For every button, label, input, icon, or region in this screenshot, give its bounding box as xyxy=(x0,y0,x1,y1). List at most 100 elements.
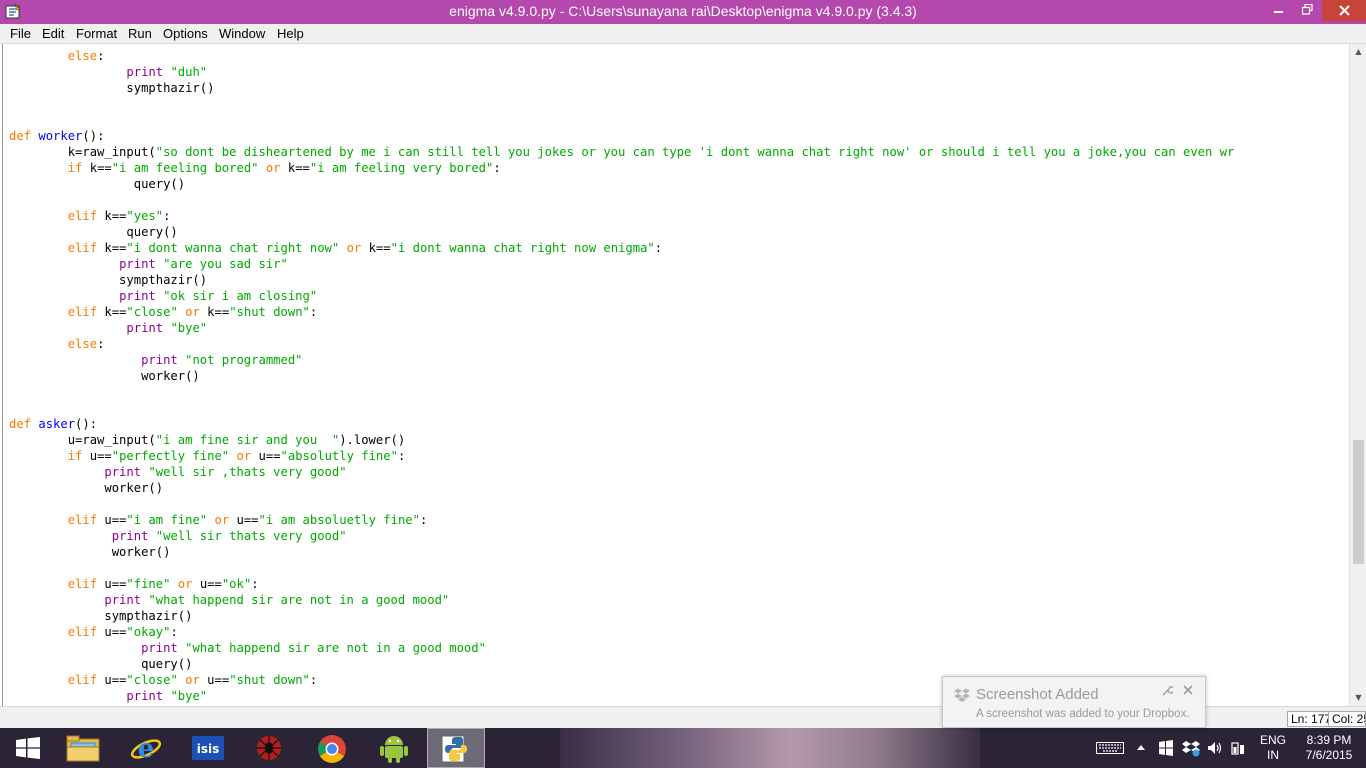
code-line[interactable]: worker() xyxy=(9,480,1349,496)
code-line[interactable]: query() xyxy=(9,656,1349,672)
code-builtin: print xyxy=(119,289,156,303)
code-text: : xyxy=(97,337,105,351)
scrollbar-thumb[interactable] xyxy=(1353,440,1364,564)
network-icon[interactable] xyxy=(1230,740,1246,756)
desktop-wallpaper-strip xyxy=(560,728,980,768)
code-line[interactable]: worker() xyxy=(9,544,1349,560)
menu-file[interactable]: File xyxy=(6,25,35,42)
code-string: "close" xyxy=(126,305,178,319)
taskbar-internet-explorer[interactable]: e xyxy=(117,728,175,768)
minimize-button[interactable] xyxy=(1265,0,1293,20)
code-line[interactable] xyxy=(9,96,1349,112)
code-line[interactable]: print "well sir thats very good" xyxy=(9,528,1349,544)
taskbar-python-idle[interactable] xyxy=(427,728,485,768)
taskbar-spider-app[interactable] xyxy=(240,728,298,768)
taskbar-isis[interactable]: isis xyxy=(178,728,236,768)
code-line[interactable]: elif k=="i dont wanna chat right now" or… xyxy=(9,240,1349,256)
code-text: worker() xyxy=(9,481,164,495)
code-line[interactable]: sympthazir() xyxy=(9,80,1349,96)
menu-options[interactable]: Options xyxy=(159,25,212,42)
code-string: "well sir ,thats very good" xyxy=(148,465,347,479)
system-clock[interactable]: 8:39 PM 7/6/2015 xyxy=(1296,733,1362,763)
code-keyword: or xyxy=(185,305,200,319)
column-number-status: Col: 25 xyxy=(1328,711,1366,727)
show-hidden-icon[interactable] xyxy=(1135,742,1147,752)
code-line[interactable]: u=raw_input("i am fine sir and you ").lo… xyxy=(9,432,1349,448)
code-line[interactable]: query() xyxy=(9,176,1349,192)
code-editor[interactable]: else: print "duh" sympthazir() def worker… xyxy=(0,44,1366,706)
code-line[interactable]: if u=="perfectly fine" or u=="absolutly … xyxy=(9,448,1349,464)
code-line[interactable]: elif k=="yes": xyxy=(9,208,1349,224)
code-line[interactable]: print "are you sad sir" xyxy=(9,256,1349,272)
code-text-area[interactable]: else: print "duh" sympthazir() def worker… xyxy=(9,48,1349,704)
code-string: "i am fine" xyxy=(126,513,208,527)
scroll-down-arrow-icon[interactable]: ▼ xyxy=(1350,690,1366,706)
menu-edit[interactable]: Edit xyxy=(38,25,68,42)
notification-close-icon[interactable] xyxy=(1181,682,1195,698)
vertical-scrollbar[interactable]: ▲ ▼ xyxy=(1349,44,1366,706)
code-line[interactable]: else: xyxy=(9,48,1349,64)
code-keyword: elif xyxy=(67,513,98,527)
clock-date: 7/6/2015 xyxy=(1305,748,1353,762)
code-string: "what happend sir are not in a good mood… xyxy=(185,641,486,655)
taskbar-android[interactable] xyxy=(365,728,423,768)
close-button[interactable] xyxy=(1322,0,1366,21)
code-line[interactable]: print "duh" xyxy=(9,64,1349,80)
code-line[interactable]: print "what happend sir are not in a goo… xyxy=(9,640,1349,656)
code-line[interactable]: elif u=="fine" or u=="ok": xyxy=(9,576,1349,592)
code-line[interactable] xyxy=(9,384,1349,400)
code-line[interactable] xyxy=(9,192,1349,208)
code-line[interactable]: worker() xyxy=(9,368,1349,384)
code-line[interactable] xyxy=(9,112,1349,128)
code-line[interactable]: def asker(): xyxy=(9,416,1349,432)
scroll-up-arrow-icon[interactable]: ▲ xyxy=(1350,44,1366,60)
code-line[interactable]: def worker(): xyxy=(9,128,1349,144)
code-line[interactable]: elif u=="okay": xyxy=(9,624,1349,640)
code-line[interactable]: if k=="i am feeling bored" or k=="i am f… xyxy=(9,160,1349,176)
restore-button[interactable] xyxy=(1293,0,1321,20)
code-line[interactable]: print "what happend sir are not in a goo… xyxy=(9,592,1349,608)
code-line[interactable]: sympthazir() xyxy=(9,608,1349,624)
settings-wrench-icon[interactable] xyxy=(1161,685,1173,697)
code-string: "okay" xyxy=(126,625,171,639)
code-keyword: def xyxy=(9,417,32,431)
editor-border xyxy=(2,44,3,706)
code-text: query() xyxy=(9,657,193,671)
menu-help[interactable]: Help xyxy=(273,25,308,42)
code-text: u== xyxy=(97,625,127,639)
code-line[interactable]: print "not programmed" xyxy=(9,352,1349,368)
menu-format[interactable]: Format xyxy=(72,25,121,42)
language-indicator[interactable]: ENG IN xyxy=(1258,733,1288,763)
code-line[interactable] xyxy=(9,400,1349,416)
menu-run[interactable]: Run xyxy=(124,25,156,42)
code-line[interactable]: print "bye" xyxy=(9,320,1349,336)
code-line[interactable]: print "ok sir i am closing" xyxy=(9,288,1349,304)
taskbar-chrome[interactable] xyxy=(303,728,361,768)
code-string: "shut down" xyxy=(229,305,310,319)
dropbox-notification[interactable]: Screenshot Added A screenshot was added … xyxy=(942,676,1206,728)
start-button[interactable] xyxy=(0,728,58,768)
code-line[interactable]: else: xyxy=(9,336,1349,352)
dropbox-tray-icon[interactable] xyxy=(1182,739,1200,757)
menu-window[interactable]: Window xyxy=(215,25,269,42)
code-line[interactable]: elif k=="close" or k=="shut down": xyxy=(9,304,1349,320)
keyboard-icon[interactable] xyxy=(1096,742,1124,754)
code-line[interactable]: k=raw_input("so dont be disheartened by … xyxy=(9,144,1349,160)
volume-icon[interactable] xyxy=(1207,740,1223,756)
code-line[interactable] xyxy=(9,496,1349,512)
code-text: sympthazir() xyxy=(9,273,208,287)
code-line[interactable]: print "well sir ,thats very good" xyxy=(9,464,1349,480)
windows-flag-icon[interactable] xyxy=(1158,740,1174,756)
taskbar: e isis ENG IN 8:39 PM 7/6/2015 xyxy=(0,728,1366,768)
code-string: "are you sad sir" xyxy=(163,257,288,271)
window-title: enigma v4.9.0.py - C:\Users\sunayana rai… xyxy=(449,3,917,19)
code-line[interactable] xyxy=(9,560,1349,576)
code-line[interactable]: elif u=="i am fine" or u=="i am absoluet… xyxy=(9,512,1349,528)
code-line[interactable]: sympthazir() xyxy=(9,272,1349,288)
code-line[interactable]: query() xyxy=(9,224,1349,240)
code-text: query() xyxy=(9,225,178,239)
svg-text:e: e xyxy=(138,734,155,764)
taskbar-file-explorer[interactable] xyxy=(55,728,113,768)
